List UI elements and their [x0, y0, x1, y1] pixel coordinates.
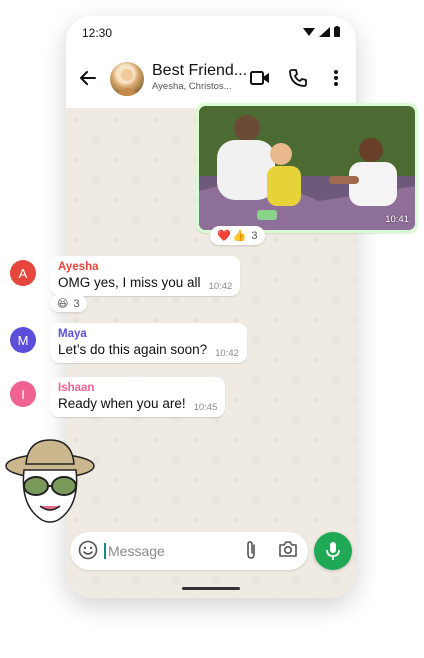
avatar[interactable]: A	[10, 260, 36, 286]
status-icons	[303, 26, 340, 37]
character-illustration	[5, 439, 95, 523]
microphone-icon	[326, 542, 340, 560]
chat-header: Best Friend... Ayesha, Christos...	[66, 50, 356, 109]
status-time: 12:30	[82, 26, 113, 40]
message-bubble[interactable]: Ishaan Ready when you are! 10:45	[50, 377, 226, 417]
paperclip-icon	[247, 541, 255, 559]
message-text: Ready when you are!	[58, 396, 186, 411]
reaction-count: 3	[73, 297, 80, 310]
sender-name: Maya	[58, 328, 87, 340]
phone-icon	[289, 69, 307, 87]
voice-call-button[interactable]	[286, 66, 310, 90]
chat-title-block[interactable]: Best Friend... Ayesha, Christos...	[152, 62, 252, 92]
message-row: I Ishaan Ready when you are! 10:45	[10, 377, 226, 417]
status-bar: 12:30	[66, 16, 356, 50]
message-row: A Ayesha OMG yes, I miss you all 10:42	[10, 256, 241, 296]
more-options-button[interactable]	[324, 66, 348, 90]
avatar[interactable]: I	[10, 381, 36, 407]
chat-title: Best Friend...	[152, 62, 248, 79]
battery-icon	[334, 26, 340, 37]
signal-icon	[319, 26, 330, 37]
message-bubble[interactable]: Ayesha OMG yes, I miss you all 10:42	[50, 256, 241, 296]
header-actions	[248, 66, 348, 90]
message-time: 10:42	[215, 348, 239, 359]
emoji-button[interactable]	[78, 540, 98, 565]
message-row: M Maya Let’s do this again soon? 10:42	[10, 323, 247, 363]
back-arrow-icon[interactable]	[78, 68, 98, 88]
message-reactions[interactable]: 😆 3	[50, 295, 87, 312]
home-indicator	[182, 587, 240, 590]
group-avatar[interactable]	[110, 62, 144, 96]
message-input[interactable]	[108, 541, 228, 561]
photo-reactions[interactable]: ❤️ 👍 3	[210, 226, 265, 245]
thumbs-up-emoji: 👍	[232, 230, 247, 242]
message-text: OMG yes, I miss you all	[58, 275, 201, 290]
message-composer	[70, 532, 308, 570]
video-camera-icon	[250, 71, 269, 85]
sender-name: Ishaan	[58, 382, 95, 394]
video-call-button[interactable]	[248, 66, 272, 90]
sender-name: Ayesha	[58, 261, 99, 273]
heart-emoji: ❤️	[217, 230, 231, 242]
text-caret	[104, 543, 106, 559]
camera-button[interactable]	[278, 540, 298, 563]
promo-stage: 12:30 Best Friend... Ayesha, Christos...	[0, 0, 424, 658]
voice-message-button[interactable]	[314, 532, 352, 570]
laughing-emoji: 😆	[57, 298, 69, 310]
smiley-icon	[78, 540, 98, 560]
message-bubble[interactable]: Maya Let’s do this again soon? 10:42	[50, 323, 247, 363]
reaction-count: 3	[251, 229, 258, 242]
wifi-icon	[303, 27, 315, 36]
photo-message-bubble[interactable]: 10:41	[196, 103, 418, 233]
message-time: 10:45	[193, 402, 218, 413]
photo-time: 10:41	[385, 214, 409, 225]
avatar[interactable]: M	[10, 327, 36, 353]
more-vertical-icon	[334, 70, 338, 86]
message-time: 10:42	[208, 281, 233, 292]
shared-photo[interactable]: 10:41	[199, 106, 415, 230]
chat-subtitle: Ayesha, Christos...	[152, 81, 232, 92]
attach-button[interactable]	[244, 540, 258, 565]
message-text: Let’s do this again soon?	[58, 342, 208, 357]
camera-icon	[279, 541, 297, 557]
